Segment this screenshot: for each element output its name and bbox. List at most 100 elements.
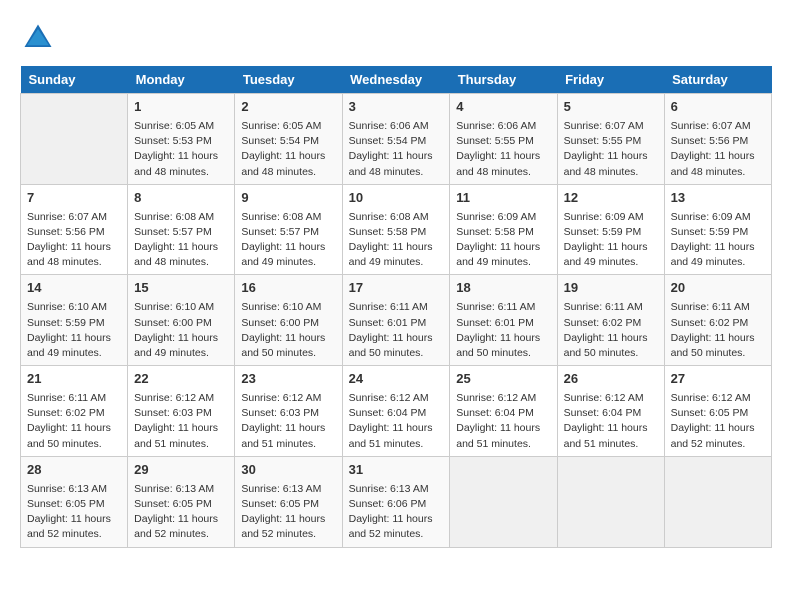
calendar-cell: 2Sunrise: 6:05 AM Sunset: 5:54 PM Daylig… bbox=[235, 94, 342, 185]
day-number: 18 bbox=[456, 279, 550, 298]
calendar-cell: 20 Sunrise: 6:11 AM Sunset: 6:02 PM Dayli… bbox=[664, 275, 771, 366]
day-number: 28 bbox=[27, 461, 121, 480]
day-number: 17 bbox=[349, 279, 444, 298]
calendar-cell: 28 Sunrise: 6:13 AM Sunset: 6:05 PM Dayli… bbox=[21, 456, 128, 547]
day-info: Sunrise: 6:06 AM Sunset: 5:54 PM Dayligh… bbox=[349, 119, 444, 180]
calendar-cell: 18 Sunrise: 6:11 AM Sunset: 6:01 PM Dayli… bbox=[450, 275, 557, 366]
day-number: 16 bbox=[241, 279, 335, 298]
weekday-header-tuesday: Tuesday bbox=[235, 66, 342, 94]
calendar-cell: 8Sunrise: 6:08 AM Sunset: 5:57 PM Daylig… bbox=[128, 184, 235, 275]
calendar-cell: 15 Sunrise: 6:10 AM Sunset: 6:00 PM Dayli… bbox=[128, 275, 235, 366]
day-info: Sunrise: 6:11 AM Sunset: 6:01 PM Dayligh… bbox=[456, 300, 550, 361]
weekday-header-saturday: Saturday bbox=[664, 66, 771, 94]
day-info: Sunrise: 6:08 AM Sunset: 5:58 PM Dayligh… bbox=[349, 210, 444, 271]
calendar-cell bbox=[664, 456, 771, 547]
calendar-header-row: SundayMondayTuesdayWednesdayThursdayFrid… bbox=[21, 66, 772, 94]
day-info: Sunrise: 6:11 AM Sunset: 6:02 PM Dayligh… bbox=[27, 391, 121, 452]
day-info: Sunrise: 6:10 AM Sunset: 6:00 PM Dayligh… bbox=[241, 300, 335, 361]
day-number: 20 bbox=[671, 279, 765, 298]
day-info: Sunrise: 6:12 AM Sunset: 6:04 PM Dayligh… bbox=[349, 391, 444, 452]
calendar-cell: 12 Sunrise: 6:09 AM Sunset: 5:59 PM Dayli… bbox=[557, 184, 664, 275]
day-number: 27 bbox=[671, 370, 765, 389]
calendar-cell: 13Sunrise: 6:09 AM Sunset: 5:59 PM Dayli… bbox=[664, 184, 771, 275]
calendar-cell: 31Sunrise: 6:13 AM Sunset: 6:06 PM Dayli… bbox=[342, 456, 450, 547]
day-info: Sunrise: 6:07 AM Sunset: 5:56 PM Dayligh… bbox=[671, 119, 765, 180]
day-number: 22 bbox=[134, 370, 228, 389]
day-number: 1 bbox=[134, 98, 228, 117]
calendar-cell: 23 Sunrise: 6:12 AM Sunset: 6:03 PM Dayli… bbox=[235, 366, 342, 457]
day-info: Sunrise: 6:10 AM Sunset: 6:00 PM Dayligh… bbox=[134, 300, 228, 361]
calendar-cell: 11 Sunrise: 6:09 AM Sunset: 5:58 PM Dayli… bbox=[450, 184, 557, 275]
day-info: Sunrise: 6:12 AM Sunset: 6:03 PM Dayligh… bbox=[134, 391, 228, 452]
calendar-table: SundayMondayTuesdayWednesdayThursdayFrid… bbox=[20, 66, 772, 548]
calendar-cell: 16 Sunrise: 6:10 AM Sunset: 6:00 PM Dayli… bbox=[235, 275, 342, 366]
day-number: 23 bbox=[241, 370, 335, 389]
weekday-header-friday: Friday bbox=[557, 66, 664, 94]
weekday-header-sunday: Sunday bbox=[21, 66, 128, 94]
day-number: 2 bbox=[241, 98, 335, 117]
day-info: Sunrise: 6:11 AM Sunset: 6:01 PM Dayligh… bbox=[349, 300, 444, 361]
calendar-cell: 5Sunrise: 6:07 AM Sunset: 5:55 PM Daylig… bbox=[557, 94, 664, 185]
weekday-header-monday: Monday bbox=[128, 66, 235, 94]
calendar-cell: 27 Sunrise: 6:12 AM Sunset: 6:05 PM Dayli… bbox=[664, 366, 771, 457]
day-number: 26 bbox=[564, 370, 658, 389]
day-number: 7 bbox=[27, 189, 121, 208]
calendar-cell: 22 Sunrise: 6:12 AM Sunset: 6:03 PM Dayli… bbox=[128, 366, 235, 457]
day-info: Sunrise: 6:11 AM Sunset: 6:02 PM Dayligh… bbox=[564, 300, 658, 361]
day-number: 10 bbox=[349, 189, 444, 208]
day-number: 30 bbox=[241, 461, 335, 480]
day-info: Sunrise: 6:07 AM Sunset: 5:56 PM Dayligh… bbox=[27, 210, 121, 271]
day-info: Sunrise: 6:09 AM Sunset: 5:58 PM Dayligh… bbox=[456, 210, 550, 271]
calendar-cell: 26 Sunrise: 6:12 AM Sunset: 6:04 PM Dayli… bbox=[557, 366, 664, 457]
calendar-cell: 6 Sunrise: 6:07 AM Sunset: 5:56 PM Daylig… bbox=[664, 94, 771, 185]
day-number: 19 bbox=[564, 279, 658, 298]
calendar-week-row: 21 Sunrise: 6:11 AM Sunset: 6:02 PM Dayli… bbox=[21, 366, 772, 457]
calendar-week-row: 14 Sunrise: 6:10 AM Sunset: 5:59 PM Dayli… bbox=[21, 275, 772, 366]
weekday-header-thursday: Thursday bbox=[450, 66, 557, 94]
day-info: Sunrise: 6:12 AM Sunset: 6:04 PM Dayligh… bbox=[564, 391, 658, 452]
page-header bbox=[20, 20, 772, 56]
day-number: 24 bbox=[349, 370, 444, 389]
day-number: 15 bbox=[134, 279, 228, 298]
calendar-cell: 10 Sunrise: 6:08 AM Sunset: 5:58 PM Dayli… bbox=[342, 184, 450, 275]
day-number: 3 bbox=[349, 98, 444, 117]
calendar-cell: 17 Sunrise: 6:11 AM Sunset: 6:01 PM Dayli… bbox=[342, 275, 450, 366]
calendar-week-row: 28 Sunrise: 6:13 AM Sunset: 6:05 PM Dayli… bbox=[21, 456, 772, 547]
day-info: Sunrise: 6:13 AM Sunset: 6:05 PM Dayligh… bbox=[27, 482, 121, 543]
day-info: Sunrise: 6:11 AM Sunset: 6:02 PM Dayligh… bbox=[671, 300, 765, 361]
weekday-header-wednesday: Wednesday bbox=[342, 66, 450, 94]
calendar-cell: 29 Sunrise: 6:13 AM Sunset: 6:05 PM Dayli… bbox=[128, 456, 235, 547]
day-info: Sunrise: 6:13 AM Sunset: 6:05 PM Dayligh… bbox=[134, 482, 228, 543]
day-info: Sunrise: 6:08 AM Sunset: 5:57 PM Dayligh… bbox=[134, 210, 228, 271]
day-number: 29 bbox=[134, 461, 228, 480]
day-info: Sunrise: 6:12 AM Sunset: 6:03 PM Dayligh… bbox=[241, 391, 335, 452]
calendar-cell: 24 Sunrise: 6:12 AM Sunset: 6:04 PM Dayli… bbox=[342, 366, 450, 457]
day-number: 9 bbox=[241, 189, 335, 208]
day-number: 21 bbox=[27, 370, 121, 389]
calendar-cell: 9 Sunrise: 6:08 AM Sunset: 5:57 PM Daylig… bbox=[235, 184, 342, 275]
day-number: 14 bbox=[27, 279, 121, 298]
day-number: 6 bbox=[671, 98, 765, 117]
calendar-cell bbox=[557, 456, 664, 547]
day-number: 11 bbox=[456, 189, 550, 208]
day-info: Sunrise: 6:08 AM Sunset: 5:57 PM Dayligh… bbox=[241, 210, 335, 271]
calendar-cell: 7 Sunrise: 6:07 AM Sunset: 5:56 PM Daylig… bbox=[21, 184, 128, 275]
day-info: Sunrise: 6:05 AM Sunset: 5:53 PM Dayligh… bbox=[134, 119, 228, 180]
day-info: Sunrise: 6:12 AM Sunset: 6:04 PM Dayligh… bbox=[456, 391, 550, 452]
calendar-cell: 14 Sunrise: 6:10 AM Sunset: 5:59 PM Dayli… bbox=[21, 275, 128, 366]
calendar-cell: 19 Sunrise: 6:11 AM Sunset: 6:02 PM Dayli… bbox=[557, 275, 664, 366]
calendar-cell: 21 Sunrise: 6:11 AM Sunset: 6:02 PM Dayli… bbox=[21, 366, 128, 457]
day-number: 31 bbox=[349, 461, 444, 480]
day-info: Sunrise: 6:06 AM Sunset: 5:55 PM Dayligh… bbox=[456, 119, 550, 180]
day-info: Sunrise: 6:10 AM Sunset: 5:59 PM Dayligh… bbox=[27, 300, 121, 361]
day-info: Sunrise: 6:09 AM Sunset: 5:59 PM Dayligh… bbox=[564, 210, 658, 271]
calendar-cell: 30Sunrise: 6:13 AM Sunset: 6:05 PM Dayli… bbox=[235, 456, 342, 547]
calendar-cell bbox=[450, 456, 557, 547]
calendar-cell: 4Sunrise: 6:06 AM Sunset: 5:55 PM Daylig… bbox=[450, 94, 557, 185]
calendar-week-row: 1 Sunrise: 6:05 AM Sunset: 5:53 PM Daylig… bbox=[21, 94, 772, 185]
day-number: 12 bbox=[564, 189, 658, 208]
day-info: Sunrise: 6:12 AM Sunset: 6:05 PM Dayligh… bbox=[671, 391, 765, 452]
day-info: Sunrise: 6:07 AM Sunset: 5:55 PM Dayligh… bbox=[564, 119, 658, 180]
calendar-cell: 1 Sunrise: 6:05 AM Sunset: 5:53 PM Daylig… bbox=[128, 94, 235, 185]
day-info: Sunrise: 6:09 AM Sunset: 5:59 PM Dayligh… bbox=[671, 210, 765, 271]
